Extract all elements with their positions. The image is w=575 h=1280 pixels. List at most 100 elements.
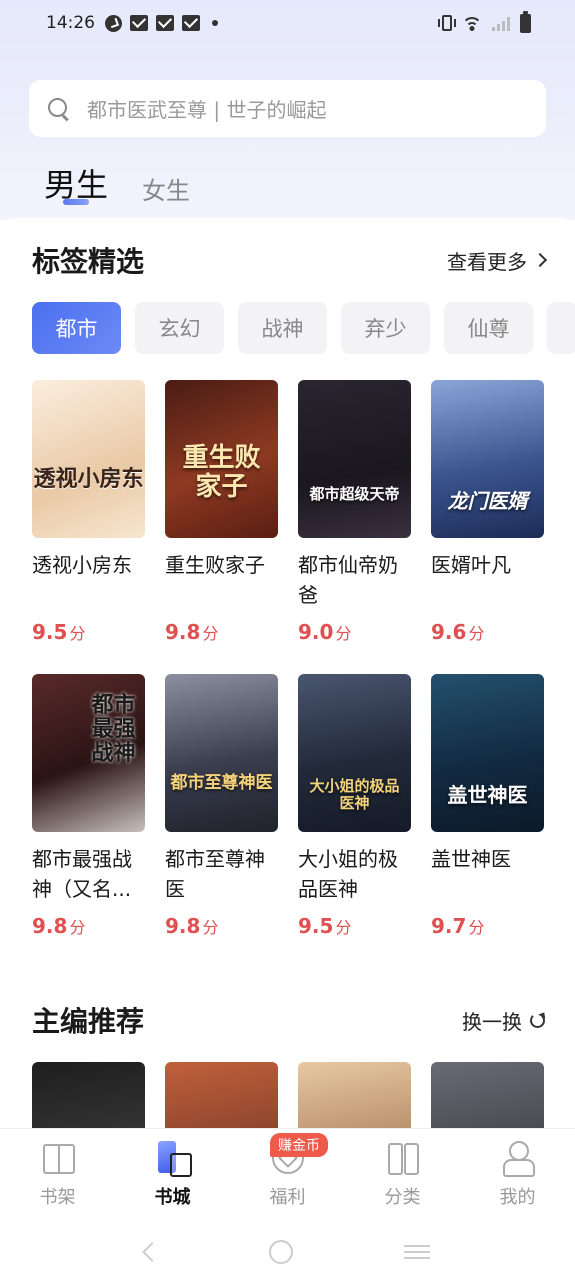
earn-coins-badge: 赚金币: [270, 1133, 328, 1157]
view-more-button[interactable]: 查看更多: [447, 246, 548, 275]
tag-chip[interactable]: 弃少: [341, 302, 430, 354]
bookstore-icon: [156, 1141, 192, 1177]
wifi-icon: [462, 15, 482, 31]
nav-label: 分类: [384, 1187, 421, 1208]
book-title: 都市最强战神（又名...: [32, 847, 132, 901]
cover-title: 盖世神医: [447, 783, 528, 807]
profile-icon: [501, 1141, 535, 1177]
nav-profile[interactable]: 我的: [460, 1129, 575, 1223]
content-panel: 标签精选 查看更多 都市 玄幻 战神 弃少 仙尊 透视小房东 透视小房东 9.5…: [0, 218, 575, 1128]
status-time: 14:26: [46, 13, 95, 33]
nav-label: 书城: [154, 1187, 191, 1208]
book-title: 透视小房东: [32, 553, 132, 577]
system-status-icons: [438, 10, 531, 33]
book-card[interactable]: 重生败家子 重生败家子 9.8 分: [165, 380, 278, 644]
book-cover: [431, 1062, 544, 1128]
tab-female[interactable]: 女生: [142, 171, 190, 206]
refresh-label: 换一换: [462, 1009, 522, 1034]
book-title: 盖世神医: [431, 847, 511, 871]
cover-title: 大小姐的极品医神: [309, 777, 400, 812]
book-score: 9.7 分: [431, 914, 485, 938]
category-icon: [386, 1141, 420, 1175]
nav-bookshelf[interactable]: 书架: [0, 1129, 115, 1223]
book-score: 9.0 分: [298, 620, 352, 644]
book-card[interactable]: 盖世神医 盖世神医 9.7 分: [431, 674, 544, 938]
nav-label: 福利: [269, 1187, 306, 1208]
tag-chip[interactable]: 都市: [32, 302, 121, 354]
book-title: 重生败家子: [165, 553, 265, 577]
book-grid-row-2: 都市最强战神 都市最强战神（又名... 9.8 分 都市至尊神医 都市至尊神医 9…: [32, 674, 544, 938]
menu-icon[interactable]: [403, 1244, 430, 1259]
nav-bookstore[interactable]: 书城: [115, 1129, 230, 1223]
tag-section-header: 标签精选 查看更多: [32, 240, 548, 280]
mail-icon: [182, 15, 200, 31]
book-cover: 龙门医婿: [431, 380, 544, 538]
cover-title: 重生败家子: [182, 443, 261, 502]
book-cover: [32, 1062, 145, 1128]
book-score: 9.8 分: [165, 914, 219, 938]
tag-chip[interactable]: 仙尊: [444, 302, 533, 354]
active-tab-indicator: [63, 199, 89, 205]
nav-category[interactable]: 分类: [345, 1129, 460, 1223]
tag-chip[interactable]: 战神: [238, 302, 327, 354]
section-title: 主编推荐: [32, 1005, 145, 1038]
chevron-right-icon: [532, 252, 548, 268]
book-card[interactable]: [165, 1062, 278, 1128]
tag-chip[interactable]: 玄幻: [135, 302, 224, 354]
book-cover: 都市超级天帝: [298, 380, 411, 538]
cover-title: 透视小房东: [33, 467, 144, 492]
book-cover: 重生败家子: [165, 380, 278, 538]
book-card[interactable]: 大小姐的极品医神 大小姐的极品医神 9.5 分: [298, 674, 411, 938]
nav-label: 书架: [39, 1187, 76, 1208]
bottom-navigation: 书架 书城 福利 赚金币 分类 我的: [0, 1128, 575, 1223]
book-grid-row-1: 透视小房东 透视小房东 9.5 分 重生败家子 重生败家子 9.8 分 都市超级天帝…: [32, 380, 544, 644]
vibrate-icon: [438, 15, 456, 31]
more-notifications-dot-icon: [212, 20, 218, 26]
book-cover: 都市至尊神医: [165, 674, 278, 832]
status-bar: 14:26: [0, 0, 575, 46]
book-score: 9.5 分: [298, 914, 352, 938]
cover-title: 都市最强战神: [91, 693, 136, 767]
book-card[interactable]: 都市至尊神医 都市至尊神医 9.8 分: [165, 674, 278, 938]
book-score: 9.6 分: [431, 620, 485, 644]
view-more-label: 查看更多: [447, 249, 527, 274]
nav-welfare[interactable]: 福利 赚金币: [230, 1129, 345, 1223]
signal-icon: [492, 15, 510, 31]
book-card[interactable]: 龙门医婿 医婿叶凡 9.6 分: [431, 380, 544, 644]
editor-book-row: [32, 1062, 544, 1128]
book-cover: 盖世神医: [431, 674, 544, 832]
search-bar[interactable]: 都市医武至尊 | 世子的崛起: [29, 80, 546, 137]
system-navigation-bar: [0, 1223, 575, 1280]
book-score: 9.5 分: [32, 620, 86, 644]
cover-title: 龙门医婿: [447, 489, 528, 513]
book-cover: [165, 1062, 278, 1128]
book-card[interactable]: [298, 1062, 411, 1128]
book-score: 9.8 分: [165, 620, 219, 644]
nav-label: 我的: [499, 1187, 536, 1208]
refresh-button[interactable]: 换一换: [462, 1006, 545, 1035]
book-title: 都市至尊神医: [165, 847, 265, 901]
book-cover: 大小姐的极品医神: [298, 674, 411, 832]
back-icon[interactable]: [142, 1241, 163, 1262]
book-card[interactable]: 都市最强战神 都市最强战神（又名... 9.8 分: [32, 674, 145, 938]
search-icon: [47, 97, 71, 121]
app-notification-icon: [105, 14, 122, 32]
cover-title: 都市至尊神医: [170, 773, 273, 793]
book-cover: 透视小房东: [32, 380, 145, 538]
editor-section-header: 主编推荐 换一换: [32, 1000, 545, 1040]
book-cover: [298, 1062, 411, 1128]
bookshelf-icon: [41, 1141, 75, 1175]
book-card[interactable]: [32, 1062, 145, 1128]
cover-title: 都市超级天帝: [309, 485, 400, 503]
mail-icon: [156, 15, 174, 31]
book-title: 都市仙帝奶爸: [298, 553, 398, 607]
book-score: 9.8 分: [32, 914, 86, 938]
search-placeholder: 都市医武至尊 | 世子的崛起: [87, 98, 327, 122]
section-title: 标签精选: [32, 245, 145, 278]
home-icon[interactable]: [269, 1239, 294, 1264]
tag-chip-partial[interactable]: [547, 302, 575, 354]
book-card[interactable]: 透视小房东 透视小房东 9.5 分: [32, 380, 145, 644]
book-cover: 都市最强战神: [32, 674, 145, 832]
book-card[interactable]: 都市超级天帝 都市仙帝奶爸 9.0 分: [298, 380, 411, 644]
book-card[interactable]: [431, 1062, 544, 1128]
